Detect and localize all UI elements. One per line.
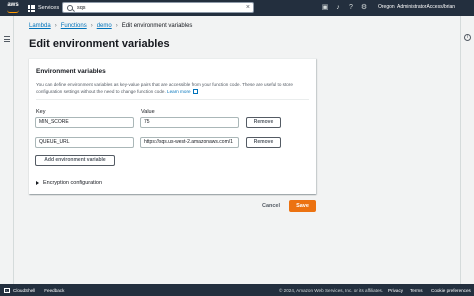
footer-privacy-link[interactable]: Privacy <box>388 288 403 293</box>
breadcrumb-separator-icon: › <box>90 23 93 29</box>
grid-icon <box>28 4 35 12</box>
breadcrumb-current: Edit environment variables <box>121 23 193 29</box>
footer-bar: ›_ CloudShell Feedback © 2024, Amazon We… <box>0 284 474 296</box>
search-input[interactable]: sqs × <box>62 2 254 13</box>
breadcrumb-lambda[interactable]: Lambda <box>29 23 51 29</box>
account-menu[interactable]: AdministratorAccess/brian <box>397 4 455 10</box>
learn-more-link[interactable]: Learn more <box>167 89 191 94</box>
page-title: Edit environment variables <box>29 38 170 50</box>
footer-feedback-link[interactable]: Feedback <box>44 288 64 293</box>
value-column-header: Value <box>141 109 155 115</box>
settings-gear-icon[interactable]: ⚙ <box>360 4 368 12</box>
cancel-button[interactable]: Cancel <box>259 201 283 212</box>
breadcrumb-separator-icon: › <box>54 23 57 29</box>
key-column-header: Key <box>36 109 46 115</box>
region-selector[interactable]: Oregon <box>378 4 395 10</box>
footer-copyright: © 2024, Amazon Web Services, Inc. or its… <box>279 287 384 293</box>
aws-logo-text: aws <box>7 2 19 8</box>
env-value-input-2[interactable]: https://sqs.us-west-2.amazonaws.com/1 <box>140 137 239 148</box>
breadcrumb-demo[interactable]: demo <box>97 23 112 29</box>
env-key-input-2[interactable]: QUEUE_URL <box>35 137 134 148</box>
footer-cloudshell-link[interactable]: CloudShell <box>13 288 35 293</box>
encryption-label: Encryption configuration <box>43 180 103 186</box>
left-side-rail <box>0 16 14 284</box>
environment-variables-panel: Environment variables You can define env… <box>29 58 316 194</box>
env-key-input-1[interactable]: MIN_SCORE <box>35 117 134 128</box>
aws-logo[interactable]: aws <box>4 1 22 15</box>
footer-terms-link[interactable]: Terms <box>410 288 423 293</box>
search-icon <box>67 4 73 11</box>
save-button[interactable]: Save <box>289 200 316 212</box>
breadcrumb-separator-icon: › <box>115 23 118 29</box>
help-icon[interactable]: ? <box>347 4 355 12</box>
aws-smile-icon <box>7 10 19 13</box>
remove-button-1[interactable]: Remove <box>246 117 281 128</box>
description-text: You can define environment variables as … <box>36 82 293 94</box>
breadcrumb-functions[interactable]: Functions <box>61 23 87 29</box>
top-navigation-bar: aws Services sqs × ▣ ♪ ? ⚙ Oregon Admini… <box>0 0 474 16</box>
search-query[interactable]: sqs <box>77 5 246 11</box>
remove-button-2[interactable]: Remove <box>246 137 281 148</box>
cloudshell-icon: ›_ <box>4 287 10 293</box>
breadcrumb: Lambda › Functions › demo › Edit environ… <box>29 23 192 29</box>
services-menu-button[interactable]: Services <box>28 4 60 12</box>
caret-right-icon <box>36 181 39 185</box>
add-environment-variable-button[interactable]: Add environment variable <box>35 155 115 166</box>
cloudshell-nav-icon[interactable]: ▣ <box>321 4 329 12</box>
panel-description: You can define environment variables as … <box>36 81 306 95</box>
notifications-icon[interactable]: ♪ <box>334 4 342 12</box>
right-side-rail: i <box>460 16 474 284</box>
divider <box>36 99 309 100</box>
external-link-icon <box>192 89 198 95</box>
env-value-input-1[interactable]: 75 <box>140 117 239 128</box>
clear-search-icon[interactable]: × <box>246 4 250 11</box>
panel-title: Environment variables <box>36 68 106 75</box>
footer-cookie-preferences-link[interactable]: Cookie preferences <box>431 288 471 293</box>
menu-icon[interactable] <box>4 36 10 44</box>
encryption-configuration-toggle[interactable]: Encryption configuration <box>36 180 102 186</box>
services-label: Services <box>38 5 60 11</box>
info-panel-icon[interactable]: i <box>464 34 471 41</box>
